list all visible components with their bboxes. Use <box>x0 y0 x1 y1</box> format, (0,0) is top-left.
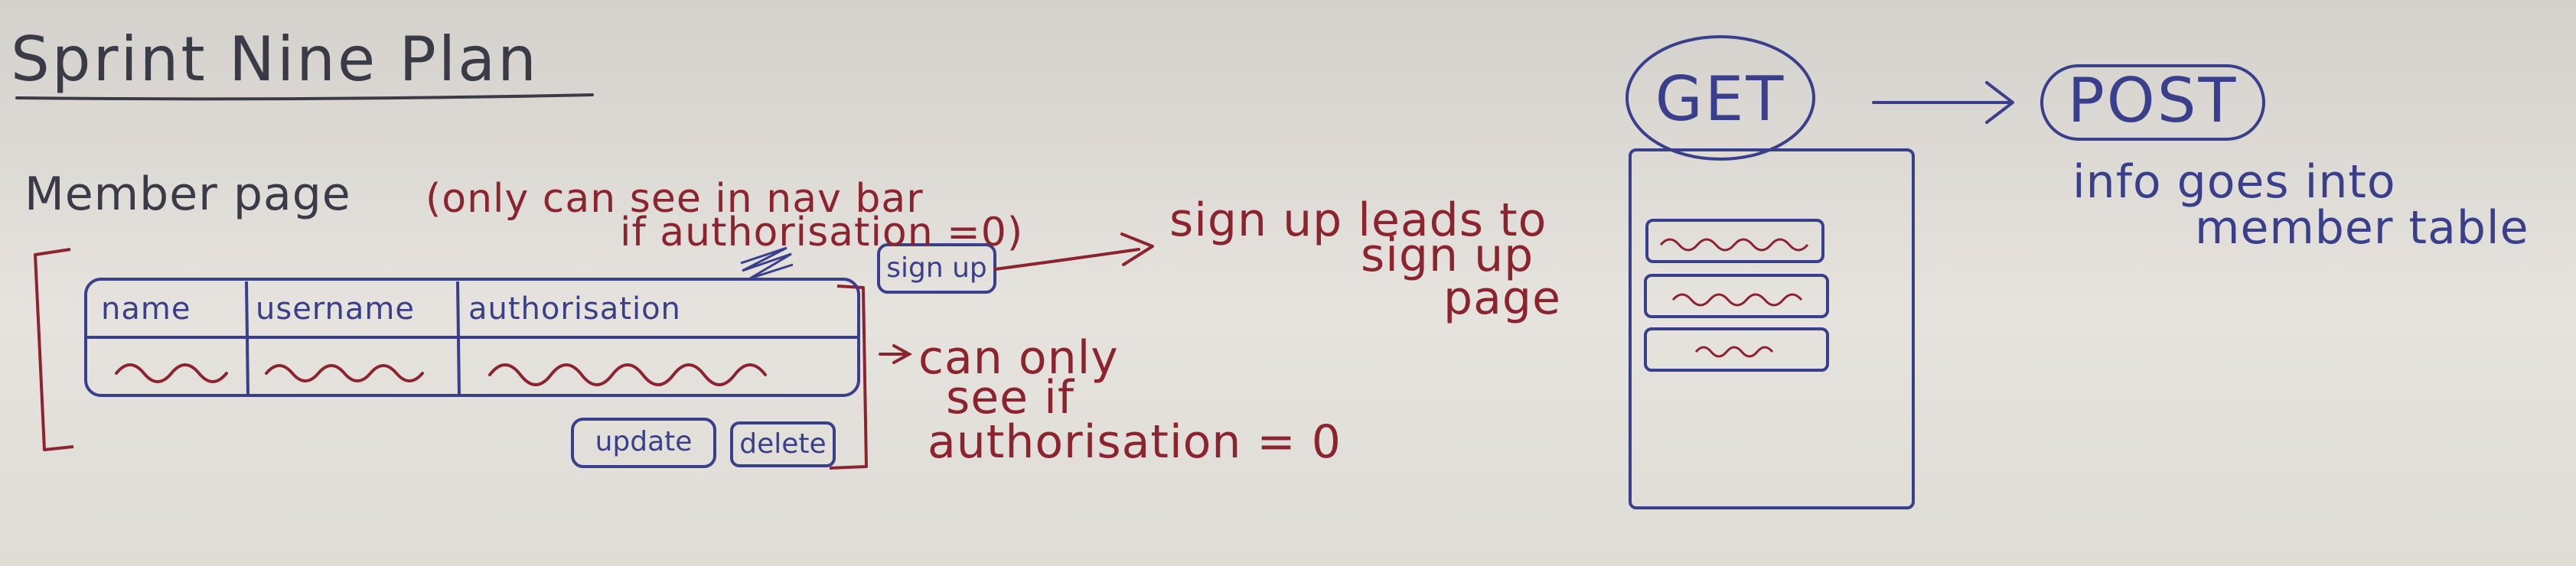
table-col-divider-1 <box>245 281 249 396</box>
member-page-heading: Member page <box>24 168 351 221</box>
cell-squiggle-username <box>265 364 424 382</box>
form-field-2-squiggle <box>1671 293 1803 307</box>
table-header-username: username <box>256 291 415 327</box>
form-field-1-squiggle <box>1659 238 1809 252</box>
title-underline <box>15 93 594 101</box>
table-col-divider-2 <box>456 281 461 396</box>
post-label: POST <box>2067 65 2239 136</box>
table-header-authorisation: authorisation <box>468 291 681 327</box>
post-note-line2: member table <box>2195 201 2529 255</box>
table-bracket <box>34 248 74 451</box>
form-field-3-squiggle <box>1694 346 1774 358</box>
signup-button: sign up <box>886 252 987 284</box>
cell-squiggle-name <box>115 363 228 383</box>
sketch-title: Sprint Nine Plan <box>11 24 539 95</box>
signup-note-line3: page <box>1443 272 1561 325</box>
member-page-note-line2: if authorisation =0) <box>620 210 1024 255</box>
table-header-name: name <box>101 291 191 327</box>
whiteboard: Sprint Nine Plan Member page (only can s… <box>0 0 2576 566</box>
delete-button: delete <box>739 428 827 460</box>
get-label: GET <box>1655 63 1786 135</box>
form-field-2 <box>1644 274 1829 318</box>
update-button: update <box>595 426 693 457</box>
buttons-note-line2: see if <box>946 371 1074 424</box>
buttons-note-line3: authorisation = 0 <box>928 415 1342 469</box>
form-field-3 <box>1644 327 1829 372</box>
cell-squiggle-authorisation <box>488 363 767 386</box>
post-note-line1: info goes into <box>2072 155 2396 209</box>
buttons-note-arrow <box>879 344 913 364</box>
